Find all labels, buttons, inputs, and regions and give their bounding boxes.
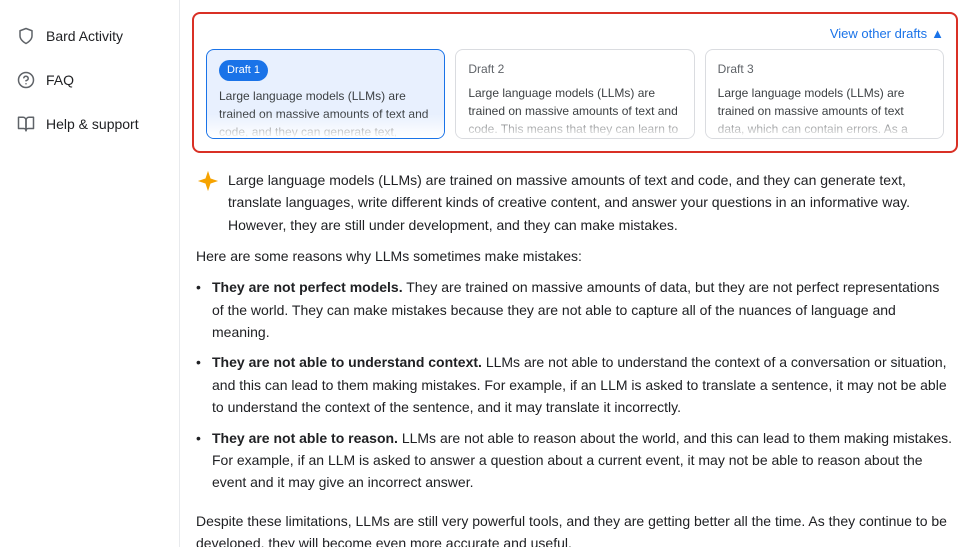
draft-3-text: Large language models (LLMs) are trained… xyxy=(718,84,931,139)
section-title: Here are some reasons why LLMs sometimes… xyxy=(196,248,954,264)
bullet-item-2: They are not able to understand context.… xyxy=(196,347,954,422)
draft-2-label: Draft 2 xyxy=(468,60,504,78)
view-other-drafts-label: View other drafts xyxy=(830,26,927,41)
help-circle-icon xyxy=(16,70,36,90)
draft-card-1[interactable]: Draft 1 Large language models (LLMs) are… xyxy=(206,49,445,139)
bullet-item-3: They are not able to reason. LLMs are no… xyxy=(196,423,954,498)
bullet-2-bold: They are not able to understand context. xyxy=(212,354,482,370)
chevron-up-icon: ▲ xyxy=(931,26,944,41)
draft-card-2[interactable]: Draft 2 Large language models (LLMs) are… xyxy=(455,49,694,139)
draft-3-label: Draft 3 xyxy=(718,60,754,78)
sidebar: Bard Activity FAQ Help & support xyxy=(0,0,180,547)
drafts-grid: Draft 1 Large language models (LLMs) are… xyxy=(206,49,944,139)
sidebar-item-bard-activity-label: Bard Activity xyxy=(46,28,123,44)
draft-1-badge: Draft 1 xyxy=(219,60,268,81)
bard-sparkle-icon xyxy=(196,169,220,193)
response-area: Large language models (LLMs) are trained… xyxy=(180,153,970,547)
drafts-header: View other drafts ▲ xyxy=(206,26,944,41)
draft-card-3[interactable]: Draft 3 Large language models (LLMs) are… xyxy=(705,49,944,139)
response-header: Large language models (LLMs) are trained… xyxy=(196,169,954,236)
sidebar-item-bard-activity[interactable]: Bard Activity xyxy=(0,16,179,56)
response-intro: Large language models (LLMs) are trained… xyxy=(228,169,954,236)
sidebar-item-help-support-label: Help & support xyxy=(46,116,139,132)
view-other-drafts-button[interactable]: View other drafts ▲ xyxy=(830,26,944,41)
main-content: View other drafts ▲ Draft 1 Large langua… xyxy=(180,0,970,547)
sidebar-item-faq[interactable]: FAQ xyxy=(0,60,179,100)
bullet-3-bold: They are not able to reason. xyxy=(212,430,398,446)
bullet-1-bold: They are not perfect models. xyxy=(212,279,403,295)
sidebar-item-faq-label: FAQ xyxy=(46,72,74,88)
draft-2-text: Large language models (LLMs) are trained… xyxy=(468,84,681,139)
sidebar-item-help-support[interactable]: Help & support xyxy=(0,104,179,144)
book-open-icon xyxy=(16,114,36,134)
shield-icon xyxy=(16,26,36,46)
draft-1-text: Large language models (LLMs) are trained… xyxy=(219,87,432,140)
bullet-item-1: They are not perfect models. They are tr… xyxy=(196,272,954,347)
bullet-list: They are not perfect models. They are tr… xyxy=(196,272,954,498)
drafts-container: View other drafts ▲ Draft 1 Large langua… xyxy=(192,12,958,153)
closing-text: Despite these limitations, LLMs are stil… xyxy=(196,510,954,547)
